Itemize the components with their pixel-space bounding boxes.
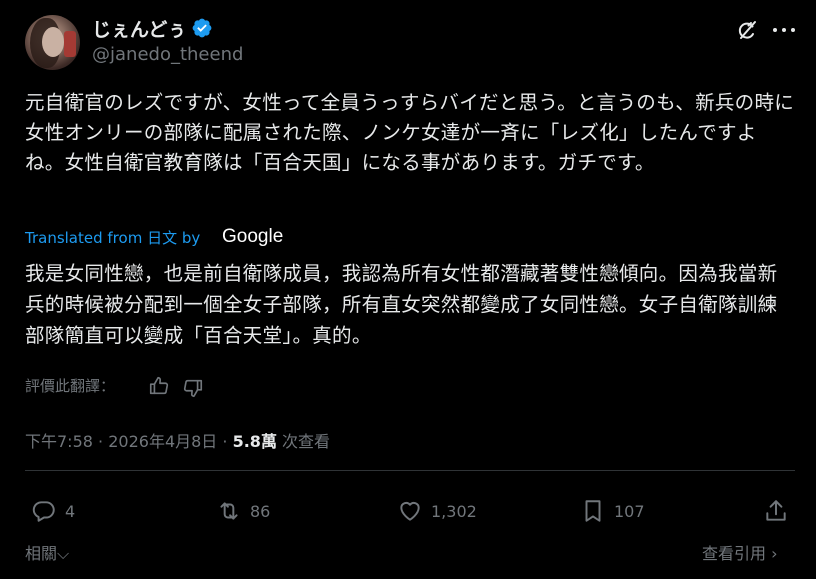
post-meta: 下午7:58 · 2026年4月8日 · 5.8萬 次查看 <box>25 428 330 452</box>
reply-icon <box>32 501 55 522</box>
post-time[interactable]: 下午7:58 <box>25 432 93 451</box>
share-icon <box>766 500 786 521</box>
bookmark-icon <box>585 500 601 522</box>
post-translated-text: 我是女同性戀，也是前自衛隊成員，我認為所有女性都潛藏著雙性戀傾向。因為我當新兵的… <box>25 262 778 347</box>
more-options-icon[interactable] <box>772 18 796 42</box>
views-count: 5.8萬 <box>232 432 277 451</box>
bookmark-count: 107 <box>614 501 645 521</box>
view-quotes-link[interactable]: 查看引用 › <box>702 540 778 564</box>
share-button[interactable] <box>763 497 797 525</box>
verified-badge-icon <box>192 18 212 38</box>
reply-button[interactable]: 4 <box>31 497 75 525</box>
grok-icon[interactable] <box>735 18 759 42</box>
meta-separator: · <box>222 432 228 451</box>
heart-icon <box>400 501 420 521</box>
post-date[interactable]: 2026年4月8日 <box>108 432 217 451</box>
view-quotes-label: 查看引用 <box>702 544 767 563</box>
chevron-right-icon: › <box>771 544 778 563</box>
reply-count: 4 <box>65 501 76 521</box>
bookmark-button[interactable]: 107 <box>580 497 645 525</box>
translated-from-label: Translated from 日文 by <box>25 229 201 247</box>
thumbs-up-icon[interactable] <box>148 375 170 397</box>
author-name[interactable]: じぇんどぅ <box>92 15 186 42</box>
avatar[interactable] <box>25 15 80 70</box>
rate-translation-label: 評價此翻譯： <box>25 377 116 395</box>
related-dropdown[interactable]: 相關⌵ <box>25 540 69 564</box>
like-count: 1,302 <box>431 501 477 521</box>
divider <box>25 470 795 471</box>
post-original-text: 元自衛官のレズですが、女性って全員うっすらバイだと思う。と言うのも、新兵の時に女… <box>25 91 795 174</box>
meta-separator: · <box>98 432 104 451</box>
repost-icon <box>220 502 238 520</box>
google-logo: Google <box>222 226 284 247</box>
thumbs-down-icon[interactable] <box>182 377 204 399</box>
author-handle[interactable]: @janedo_theend <box>92 44 243 65</box>
related-label: 相關 <box>25 544 58 563</box>
views-label: 次查看 <box>282 432 331 451</box>
chevron-down-icon: ⌵ <box>57 544 70 563</box>
repost-button[interactable]: 86 <box>216 497 270 525</box>
like-button[interactable]: 1,302 <box>397 497 477 525</box>
repost-count: 86 <box>250 501 271 521</box>
